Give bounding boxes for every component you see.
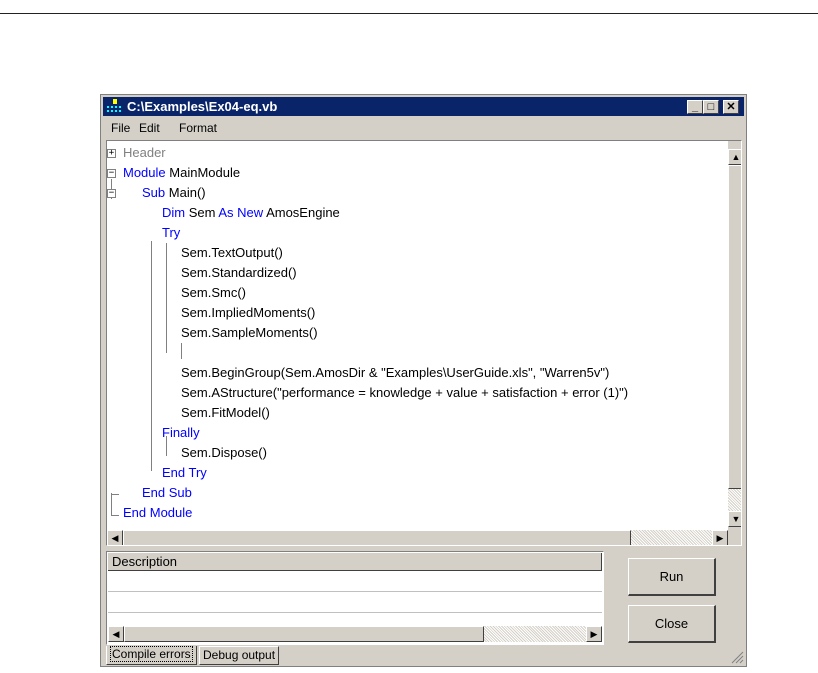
minimize-button[interactable]: _ (687, 100, 703, 114)
scroll-down-icon[interactable]: ▼ (728, 511, 741, 527)
outline-line (111, 515, 119, 516)
code-line-finally: Finally (162, 425, 200, 440)
keyword: Sub (142, 185, 166, 200)
vertical-scrollbar[interactable]: ▲ ▼ (728, 141, 741, 530)
code-line-end-sub: End Sub (142, 485, 192, 500)
program-icon (107, 99, 121, 112)
code-line: Sem.AStructure("performance = knowledge … (181, 385, 629, 400)
scroll-up-icon[interactable]: ▲ (728, 149, 741, 165)
outline-line (166, 243, 167, 353)
menu-file[interactable]: File (111, 121, 130, 135)
menu-format[interactable]: Format (179, 121, 217, 135)
collapse-icon[interactable]: − (107, 189, 116, 198)
sub-name: Main() (168, 185, 206, 200)
outline-line (151, 241, 152, 471)
code-line: Sem.ImpliedMoments() (181, 305, 316, 320)
code-line: Sem.BeginGroup(Sem.AmosDir & "Examples\U… (181, 365, 610, 380)
code-line: Sem.SampleMoments() (181, 325, 318, 340)
code-line-dim: Dim Sem As New AmosEngine (162, 205, 340, 221)
resize-grip-icon[interactable] (731, 651, 744, 664)
tab-debug-output[interactable]: Debug output (199, 646, 280, 665)
code-line: Sem.Standardized() (181, 265, 297, 280)
code-line-header: Header (123, 145, 166, 161)
scroll-thumb-horizontal[interactable] (123, 530, 631, 545)
tab-compile-errors[interactable]: Compile errors (106, 646, 197, 665)
variable: Sem (188, 205, 216, 220)
menu-edit[interactable]: Edit (139, 121, 160, 135)
code-editor[interactable]: + − − Header Module MainModule Sub Main(… (106, 140, 742, 546)
scroll-right-icon[interactable]: ▶ (586, 626, 602, 642)
description-row-divider (108, 591, 602, 592)
scrollbar-corner (728, 530, 741, 545)
close-window-button[interactable]: ✕ (723, 100, 739, 114)
description-row-divider (108, 612, 602, 613)
code-line: Sem.TextOutput() (181, 245, 283, 260)
top-rule (0, 13, 818, 14)
collapse-icon[interactable]: − (107, 169, 116, 178)
code-line-try: Try (162, 225, 181, 240)
description-header[interactable]: Description (108, 553, 602, 571)
horizontal-scrollbar[interactable]: ◀ ▶ (107, 530, 728, 545)
header-region[interactable]: Header (123, 145, 166, 160)
outline-line (181, 343, 182, 359)
title-bar[interactable]: C:\Examples\Ex04-eq.vb _ □ ✕ (103, 97, 744, 116)
module-name: MainModule (169, 165, 241, 180)
code-line-module: Module MainModule (123, 165, 240, 181)
outline-line (111, 493, 112, 515)
description-horizontal-scrollbar[interactable]: ◀ ▶ (108, 626, 602, 642)
code-line: Sem.Smc() (181, 285, 246, 300)
code-line: Sem.Dispose() (181, 445, 267, 460)
keyword: Dim (162, 205, 186, 220)
outline-line (111, 494, 119, 495)
type-name: AmosEngine (266, 205, 340, 220)
scroll-track[interactable] (728, 489, 741, 511)
keyword: As New (218, 205, 264, 220)
scroll-right-icon[interactable]: ▶ (712, 530, 728, 545)
description-panel: Description ◀ ▶ (106, 551, 604, 645)
scroll-left-icon[interactable]: ◀ (108, 626, 124, 642)
tab-label: Compile errors (110, 646, 193, 662)
code-line-end-try: End Try (162, 465, 207, 480)
window-title: C:\Examples\Ex04-eq.vb (127, 99, 278, 114)
code-line-sub: Sub Main() (142, 185, 206, 201)
scroll-thumb-horizontal[interactable] (124, 626, 484, 642)
scroll-left-icon[interactable]: ◀ (107, 530, 123, 545)
close-button[interactable]: Close (628, 605, 716, 643)
maximize-button[interactable]: □ (703, 100, 719, 114)
tab-label: Debug output (203, 648, 276, 662)
code-line-end-module: End Module (123, 505, 193, 520)
scroll-thumb[interactable] (728, 165, 741, 489)
editor-window: C:\Examples\Ex04-eq.vb _ □ ✕ File Edit F… (100, 94, 747, 667)
code-line: Sem.FitModel() (181, 405, 270, 420)
expand-icon[interactable]: + (107, 149, 116, 158)
run-button[interactable]: Run (628, 558, 716, 596)
keyword: Module (123, 165, 166, 180)
